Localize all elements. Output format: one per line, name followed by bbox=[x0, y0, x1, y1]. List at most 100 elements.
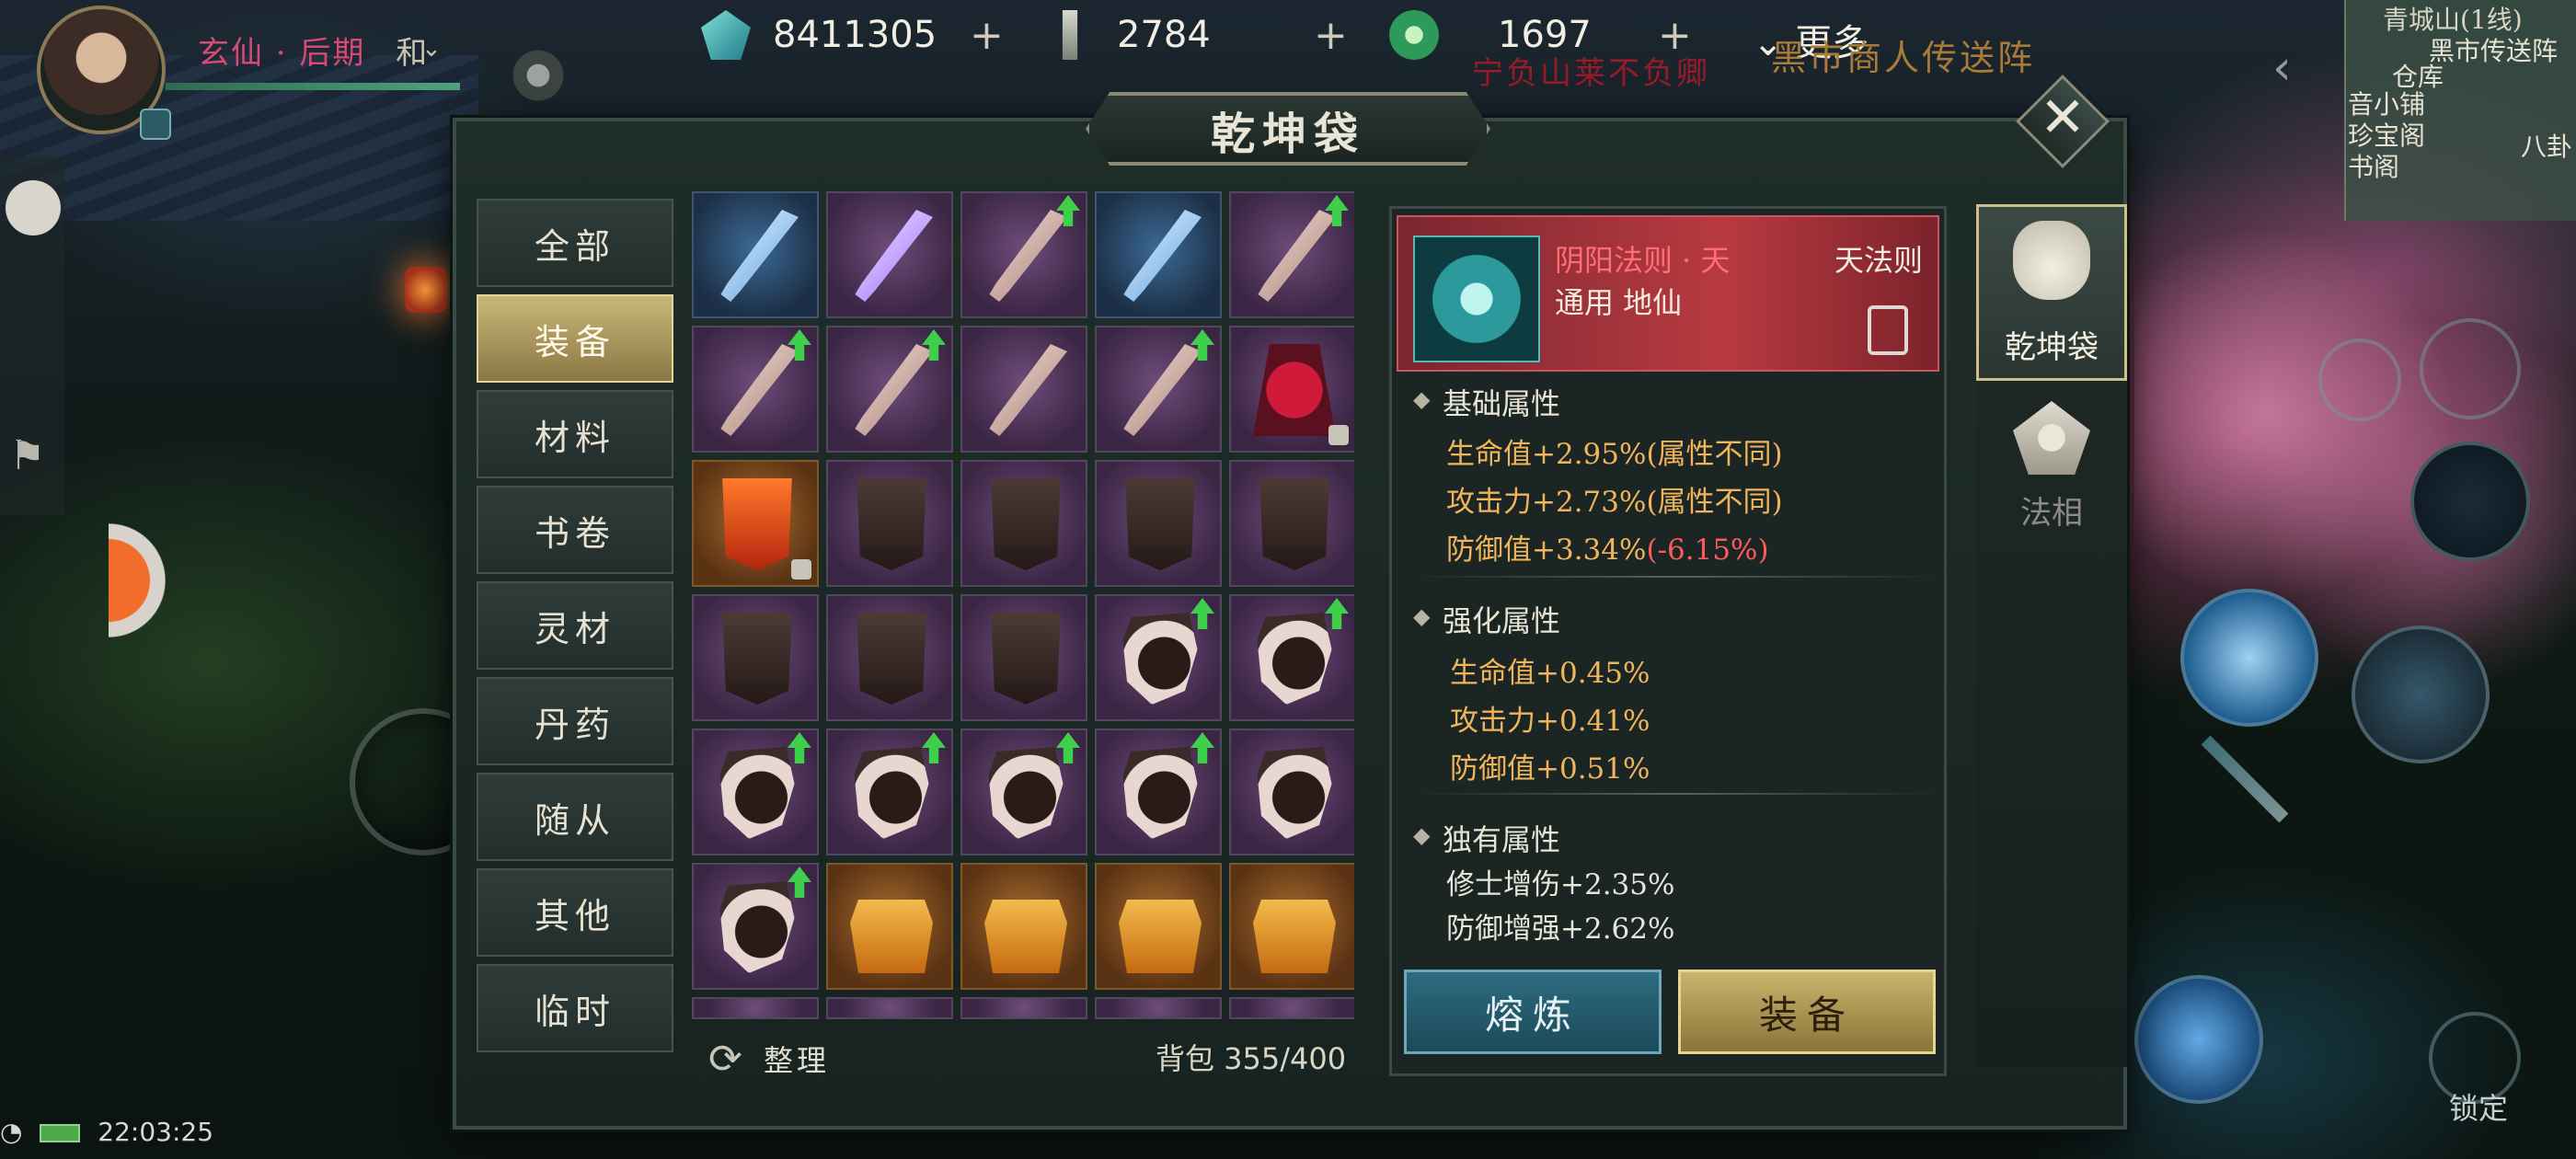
sword-icon bbox=[855, 344, 933, 436]
sword-icon bbox=[1123, 210, 1202, 302]
attribute-penalty: (-6.15%) bbox=[1646, 534, 1769, 567]
banner-icon bbox=[857, 478, 926, 570]
add-spirit-stone-button[interactable]: + bbox=[970, 12, 1004, 59]
inventory-slot[interactable] bbox=[1095, 863, 1222, 990]
pouch-icon bbox=[2013, 221, 2090, 300]
skill-slot-1[interactable] bbox=[2318, 339, 2401, 421]
refresh-icon[interactable]: ⟳ bbox=[708, 1036, 742, 1083]
skill-slot-3[interactable] bbox=[2180, 589, 2318, 727]
lock-icon bbox=[1328, 425, 1349, 445]
inventory-slot[interactable] bbox=[960, 460, 1087, 587]
realm-text: 玄仙 · 后期 bbox=[198, 35, 366, 72]
collapse-arrow-icon[interactable]: ‹ bbox=[2272, 40, 2292, 96]
item-requirement: 通用 地仙 bbox=[1555, 285, 1683, 320]
buff-icon[interactable] bbox=[140, 109, 171, 140]
inventory-slot[interactable] bbox=[826, 863, 953, 990]
inventory-slot[interactable] bbox=[1229, 460, 1354, 587]
close-icon[interactable]: ✕ bbox=[2030, 85, 2096, 151]
inventory-slot[interactable] bbox=[960, 326, 1087, 453]
inventory-slot[interactable] bbox=[960, 729, 1087, 855]
category-materials[interactable]: 材料 bbox=[477, 390, 673, 478]
inventory-slot[interactable] bbox=[1095, 997, 1222, 1019]
sword-icon bbox=[720, 344, 799, 436]
diamond-icon: ◆ bbox=[1413, 386, 1431, 412]
enhance-attribute: 生命值+0.45% bbox=[1450, 657, 1650, 690]
enhance-attribute: 攻击力+0.41% bbox=[1450, 705, 1650, 738]
inventory-slot[interactable] bbox=[1229, 729, 1354, 855]
cauldron-icon bbox=[1253, 900, 1336, 973]
inventory-slot[interactable] bbox=[1095, 594, 1222, 721]
category-spirit-materials[interactable]: 灵材 bbox=[477, 581, 673, 670]
wifi-icon: ◔ bbox=[0, 1117, 23, 1147]
robe-icon bbox=[1253, 344, 1336, 436]
inventory-slot[interactable] bbox=[692, 594, 819, 721]
inventory-slot[interactable] bbox=[1229, 594, 1354, 721]
enhance-attributes-title: 强化属性 bbox=[1443, 603, 1561, 638]
smelt-button[interactable]: 熔炼 bbox=[1404, 970, 1662, 1054]
banner-icon bbox=[1259, 478, 1329, 570]
jade-slip-icon bbox=[1062, 10, 1078, 60]
currency-jade-coin: 1697 + bbox=[1389, 0, 1692, 70]
skill-slot-2[interactable] bbox=[2420, 318, 2521, 419]
inventory-slot[interactable] bbox=[692, 997, 819, 1019]
inventory-slot[interactable] bbox=[692, 326, 819, 453]
banner-icon bbox=[991, 478, 1061, 570]
inventory-slot[interactable] bbox=[1229, 191, 1354, 318]
inventory-slot[interactable] bbox=[1095, 460, 1222, 587]
cauldron-icon bbox=[1119, 900, 1202, 973]
category-equipment[interactable]: 装备 bbox=[477, 294, 673, 383]
inventory-slot[interactable] bbox=[960, 997, 1087, 1019]
category-elixirs[interactable]: 丹药 bbox=[477, 677, 673, 765]
inventory-slot[interactable] bbox=[960, 863, 1087, 990]
chevron-down-icon[interactable]: ⌄ bbox=[421, 35, 442, 63]
currency-jade-slip: 2784 + bbox=[1045, 0, 1348, 70]
inventory-slot[interactable] bbox=[1095, 326, 1222, 453]
add-jade-slip-button[interactable]: + bbox=[1314, 12, 1348, 59]
yinyang-skill-icon[interactable] bbox=[2410, 442, 2530, 561]
teleport-label[interactable]: 黑市商人传送阵 bbox=[1771, 29, 2035, 80]
skill-slot-5[interactable] bbox=[2134, 975, 2263, 1104]
unlock-icon[interactable] bbox=[1868, 305, 1908, 355]
unique-attribute: 防御增强+2.62% bbox=[1446, 912, 1675, 946]
category-scrolls[interactable]: 书卷 bbox=[477, 486, 673, 574]
cultivation-realm: 玄仙 · 后期 和 bbox=[198, 28, 429, 73]
skill-slot-4[interactable] bbox=[2352, 625, 2490, 763]
inventory-slot[interactable] bbox=[1095, 191, 1222, 318]
add-jade-coin-button[interactable]: + bbox=[1658, 12, 1692, 59]
flag-icon[interactable]: ⚑ bbox=[9, 432, 45, 479]
inventory-slot[interactable] bbox=[1095, 729, 1222, 855]
inventory-slot[interactable] bbox=[826, 460, 953, 587]
shield-icon bbox=[1122, 613, 1198, 705]
inventory-slot[interactable] bbox=[826, 191, 953, 318]
sort-button[interactable]: 整理 bbox=[764, 1038, 830, 1080]
inventory-slot[interactable] bbox=[1229, 863, 1354, 990]
item-rank: 天法则 bbox=[1834, 243, 1924, 278]
category-others[interactable]: 其他 bbox=[477, 868, 673, 957]
tab-dharma-form[interactable]: 法相 bbox=[1978, 488, 2125, 533]
inventory-slot[interactable] bbox=[960, 594, 1087, 721]
inventory-slot[interactable] bbox=[826, 729, 953, 855]
category-followers[interactable]: 随从 bbox=[477, 773, 673, 861]
inventory-slot[interactable] bbox=[826, 594, 953, 721]
unique-attributes-title: 独有属性 bbox=[1443, 822, 1561, 857]
inventory-slot[interactable] bbox=[1229, 326, 1354, 453]
upgrade-arrow-icon bbox=[922, 732, 946, 763]
inventory-slot[interactable] bbox=[692, 863, 819, 990]
chat-bubble-icon[interactable] bbox=[6, 180, 61, 235]
lock-label: 锁定 bbox=[2449, 1091, 2509, 1126]
enhance-attribute: 防御值+0.51% bbox=[1450, 752, 1650, 786]
category-temporary[interactable]: 临时 bbox=[477, 964, 673, 1052]
equip-button[interactable]: 装备 bbox=[1678, 970, 1936, 1054]
inventory-slot[interactable] bbox=[1229, 997, 1354, 1019]
lock-icon bbox=[791, 559, 811, 580]
inventory-slot[interactable] bbox=[692, 191, 819, 318]
item-name: 阴阳法则 · 天 bbox=[1555, 243, 1731, 278]
inventory-slot[interactable] bbox=[960, 191, 1087, 318]
sect-emblem-icon[interactable] bbox=[497, 39, 580, 112]
category-all[interactable]: 全部 bbox=[477, 199, 673, 287]
inventory-slot[interactable] bbox=[692, 460, 819, 587]
base-attribute: 防御值+3.34%(-6.15%) bbox=[1446, 526, 1769, 568]
inventory-slot[interactable] bbox=[692, 729, 819, 855]
inventory-slot[interactable] bbox=[826, 326, 953, 453]
inventory-slot[interactable] bbox=[826, 997, 953, 1019]
